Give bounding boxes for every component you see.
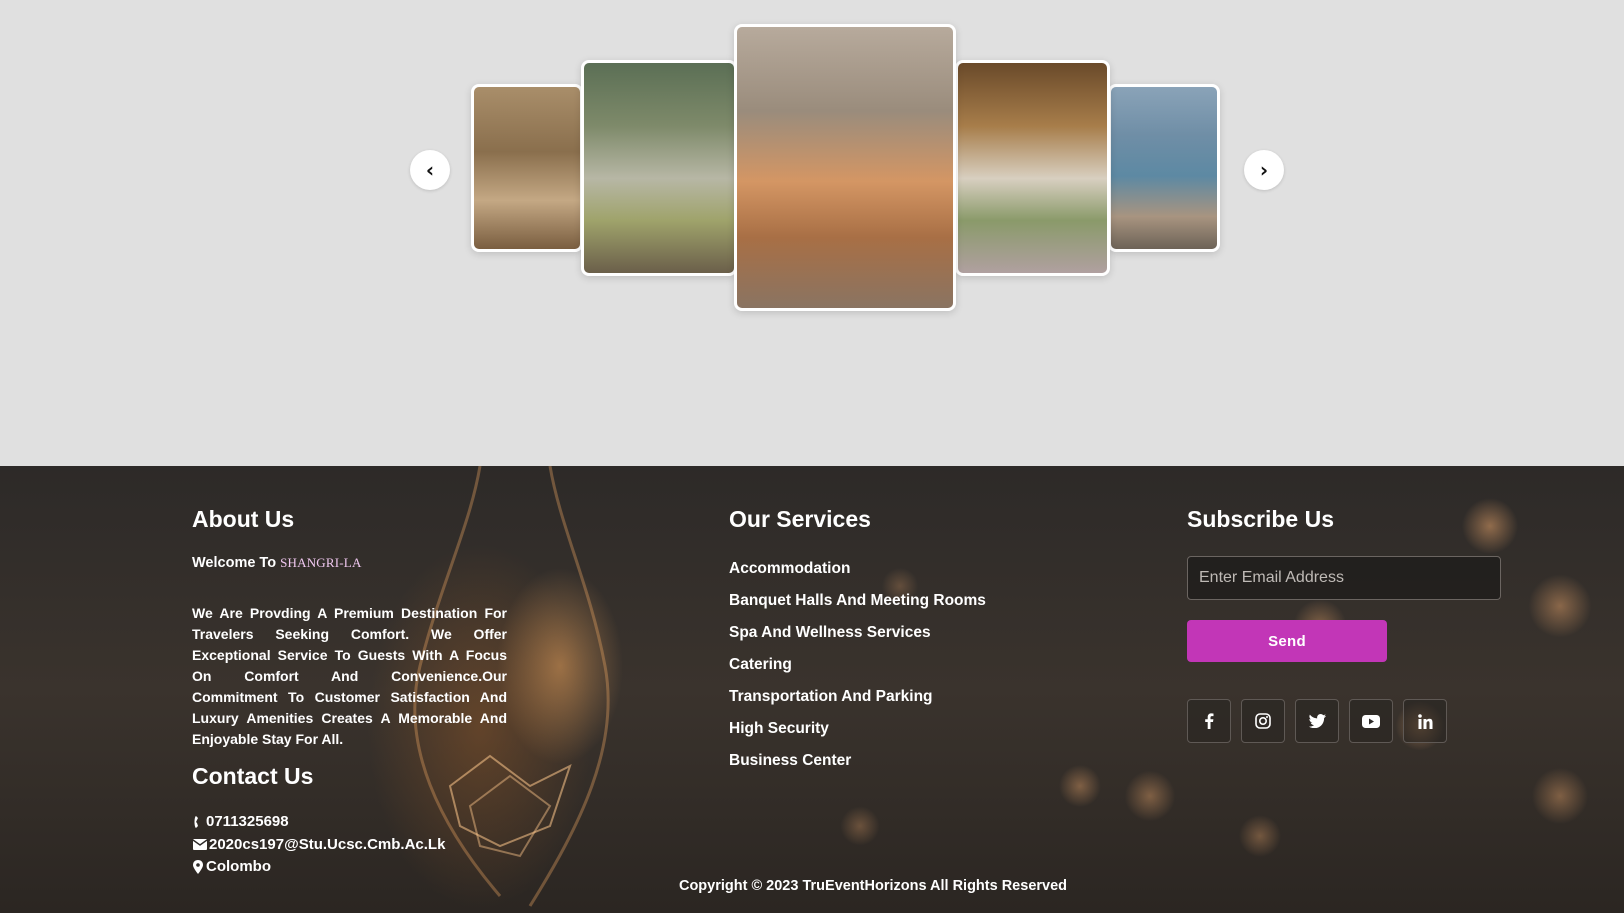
lobby-image [474, 87, 580, 249]
services-list: Accommodation Banquet Halls And Meeting … [729, 559, 1049, 783]
facebook-link[interactable] [1187, 699, 1231, 743]
carousel-slide-lobby[interactable] [471, 84, 583, 252]
carousel-slide-courtyard-pool[interactable] [581, 60, 737, 276]
social-links [1187, 699, 1507, 743]
carousel-prev-button[interactable]: ‹ [410, 150, 450, 190]
poolside-image [1111, 87, 1217, 249]
services-heading: Our Services [729, 506, 871, 532]
twitter-link[interactable] [1295, 699, 1339, 743]
copyright-label: Copyright © 2023 TruEventHorizons All Ri… [678, 878, 1068, 894]
hotel-entrance-image [737, 27, 953, 308]
contact-phone[interactable]: 0711325698 [192, 811, 445, 834]
site-footer: About Us Welcome To SHANGRI-LA We Are Pr… [0, 466, 1624, 913]
linkedin-link[interactable] [1403, 699, 1447, 743]
courtyard-pool-image [584, 63, 734, 273]
contact-heading: Contact Us [192, 763, 314, 789]
welcome-line: Welcome To SHANGRI-LA [192, 555, 507, 571]
phone-number: 0711325698 [206, 813, 289, 830]
image-carousel: ‹ › [0, 0, 1624, 466]
youtube-icon [1362, 714, 1380, 728]
welcome-prefix: Welcome To [192, 555, 277, 571]
carousel-slide-poolside[interactable] [1108, 84, 1220, 252]
twitter-icon [1308, 714, 1326, 728]
service-item[interactable]: Transportation And Parking [729, 687, 1049, 719]
brand-name: SHANGRI-LA [280, 555, 362, 570]
youtube-link[interactable] [1349, 699, 1393, 743]
email-address: 2020cs197@Stu.Ucsc.Cmb.Ac.Lk [209, 835, 446, 853]
banquet-hall-image [958, 63, 1107, 273]
instagram-link[interactable] [1241, 699, 1285, 743]
service-item[interactable]: Accommodation [729, 559, 1049, 591]
envelope-icon [192, 838, 207, 852]
copyright-text: Copyright © 2023 TruEventHorizons All Ri… [0, 878, 1624, 894]
location-text: Colombo [206, 858, 271, 875]
subscribe-section: Subscribe Us Send [1187, 506, 1507, 743]
chevron-right-icon: › [1259, 158, 1269, 182]
carousel-next-button[interactable]: › [1244, 150, 1284, 190]
chevron-left-icon: ‹ [425, 158, 435, 182]
phone-icon [192, 815, 204, 829]
facebook-icon [1205, 713, 1214, 729]
service-item[interactable]: High Security [729, 719, 1049, 751]
contact-location: Colombo [192, 856, 445, 879]
carousel-slide-hotel-entrance[interactable] [734, 24, 956, 311]
linkedin-icon [1417, 713, 1432, 729]
send-button[interactable]: Send [1187, 620, 1387, 662]
map-pin-icon [192, 860, 204, 875]
services-section: Our Services Accommodation Banquet Halls… [729, 506, 1049, 783]
about-text: We Are Provding A Premium Destination Fo… [192, 605, 507, 747]
subscribe-heading: Subscribe Us [1187, 506, 1334, 532]
service-item[interactable]: Business Center [729, 751, 1049, 783]
instagram-icon [1255, 713, 1271, 729]
contact-email[interactable]: 2020cs197@Stu.Ucsc.Cmb.Ac.Lk [192, 834, 445, 857]
about-heading: About Us [192, 506, 295, 532]
carousel-slide-banquet-hall[interactable] [955, 60, 1110, 276]
about-section: About Us Welcome To SHANGRI-LA We Are Pr… [192, 506, 507, 750]
service-item[interactable]: Catering [729, 655, 1049, 687]
service-item[interactable]: Banquet Halls And Meeting Rooms [729, 591, 1049, 623]
subscribe-email-input[interactable] [1187, 556, 1501, 600]
service-item[interactable]: Spa And Wellness Services [729, 623, 1049, 655]
contact-list: 0711325698 2020cs197@Stu.Ucsc.Cmb.Ac.Lk … [192, 811, 445, 879]
